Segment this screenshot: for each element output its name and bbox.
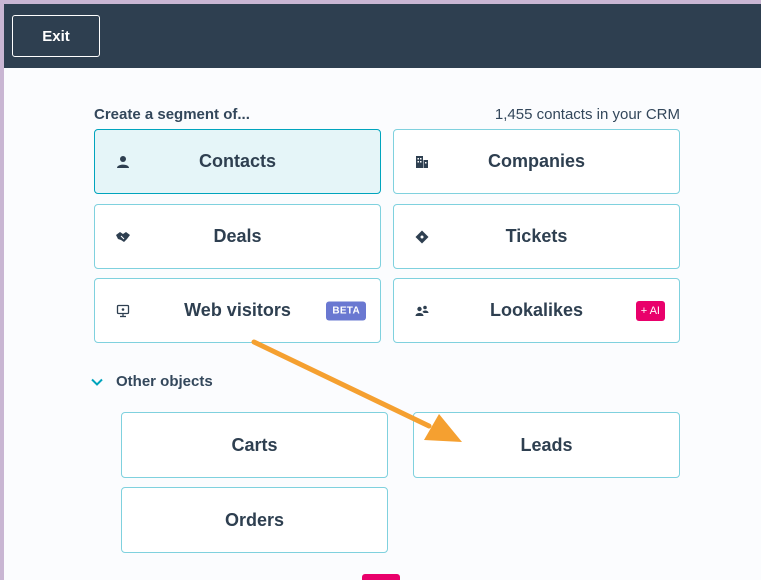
building-icon xyxy=(414,154,430,170)
segment-builder: Create a segment of... 1,455 contacts in… xyxy=(4,68,761,580)
object-card-carts[interactable]: Carts xyxy=(121,412,388,478)
segment-card-label: Companies xyxy=(487,151,586,171)
exit-button[interactable]: Exit xyxy=(12,15,100,57)
handshake-icon xyxy=(115,229,131,245)
segment-card-deals[interactable]: Deals xyxy=(94,204,381,269)
object-card-label: Leads xyxy=(520,434,573,455)
contact-icon xyxy=(115,154,131,170)
segment-card-label: Deals xyxy=(213,226,262,246)
chevron-down-icon xyxy=(91,378,103,386)
segment-prompt: Create a segment of... xyxy=(94,106,250,123)
segment-card-tickets[interactable]: Tickets xyxy=(393,204,680,269)
cut-off-badge xyxy=(362,574,400,580)
object-card-leads[interactable]: Leads xyxy=(413,412,680,478)
ticket-icon xyxy=(414,229,430,245)
segment-card-label: Contacts xyxy=(198,151,276,171)
monitor-icon xyxy=(115,303,131,319)
segment-card-web-visitors[interactable]: Web visitors BETA xyxy=(94,278,381,343)
segment-card-contacts[interactable]: Contacts xyxy=(94,129,381,194)
beta-badge: BETA xyxy=(326,301,366,320)
segment-card-label: Tickets xyxy=(505,226,568,246)
people-icon xyxy=(414,303,430,319)
object-card-label: Carts xyxy=(231,434,278,455)
segment-card-companies[interactable]: Companies xyxy=(393,129,680,194)
other-objects-label: Other objects xyxy=(116,373,213,390)
object-card-orders[interactable]: Orders xyxy=(121,487,388,553)
ai-badge: + AI xyxy=(635,300,665,321)
crm-contact-count: 1,455 contacts in your CRM xyxy=(494,106,680,123)
other-objects-toggle[interactable]: Other objects xyxy=(90,373,213,390)
top-bar: Exit xyxy=(4,4,761,68)
object-card-label: Orders xyxy=(224,509,285,530)
segment-card-lookalikes[interactable]: Lookalikes + AI xyxy=(393,278,680,343)
app-frame: Exit Create a segment of... 1,455 contac… xyxy=(4,4,761,580)
